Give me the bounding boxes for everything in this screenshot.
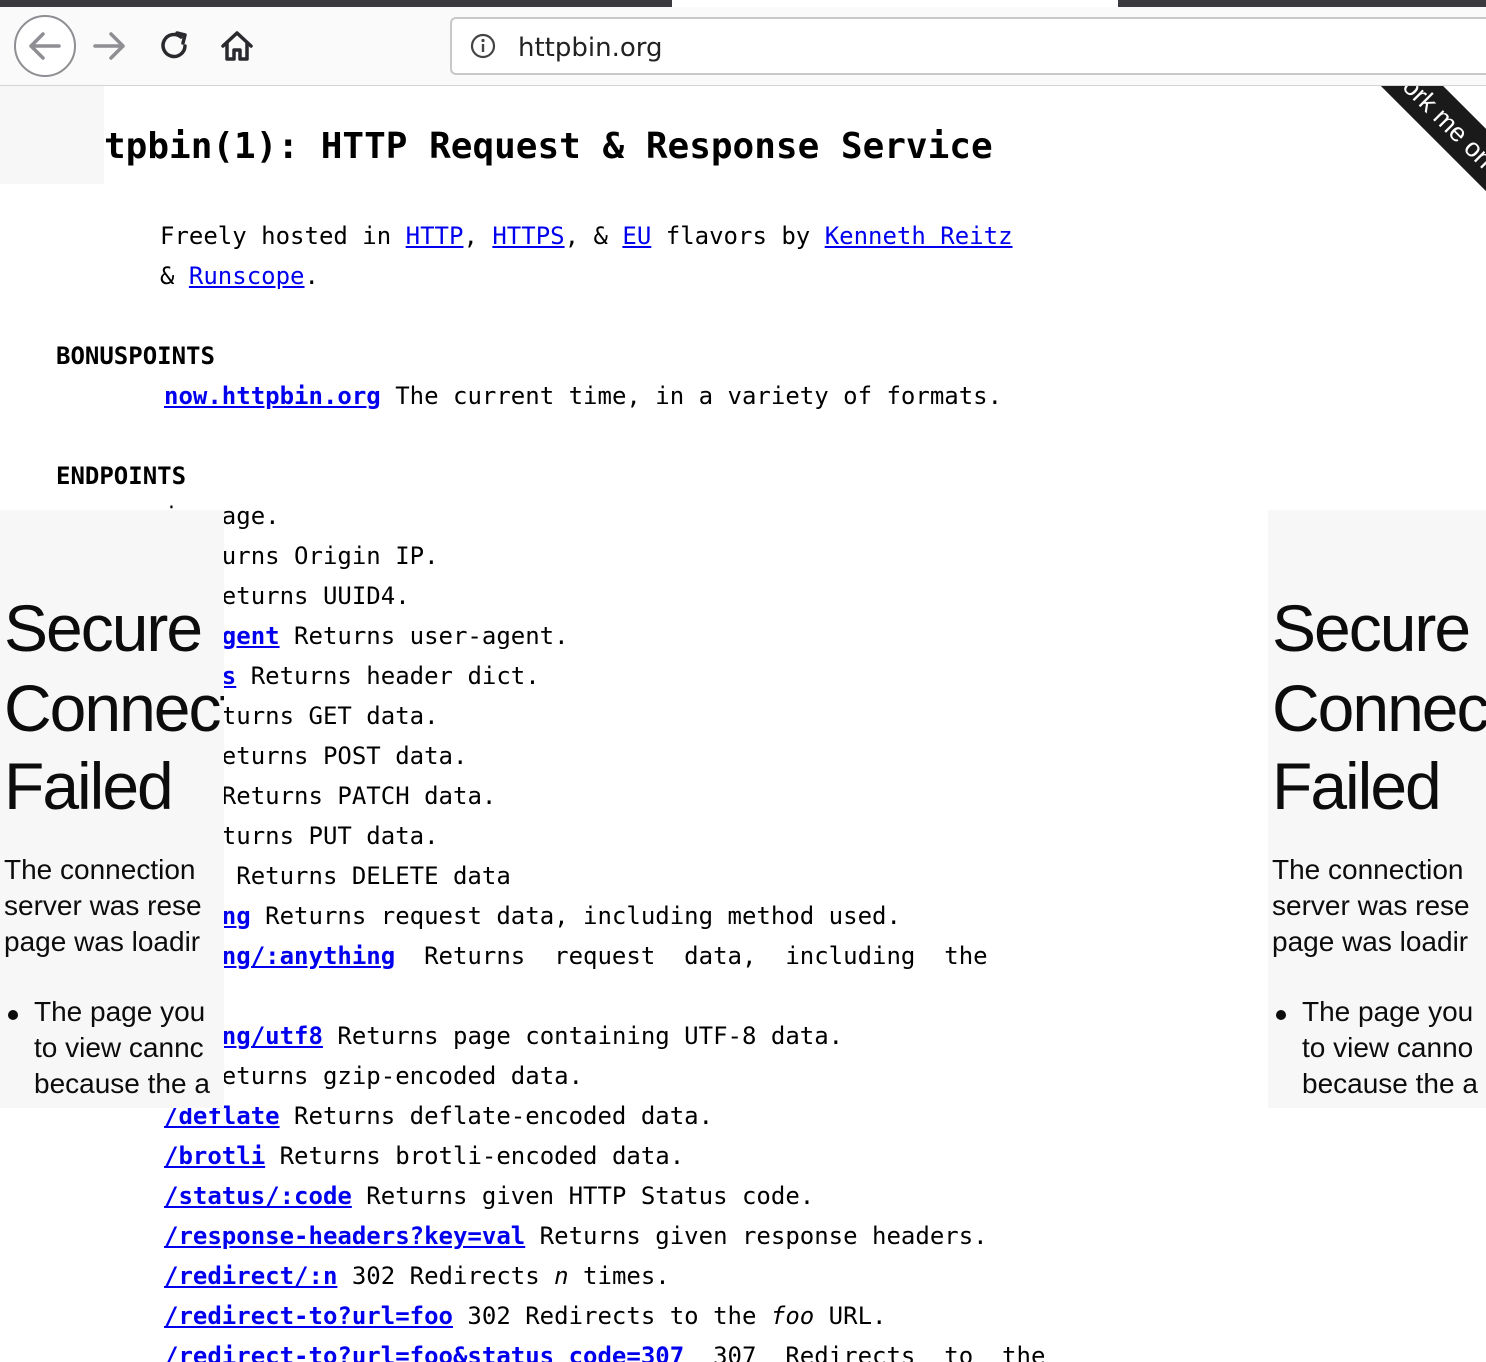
tab-strip-left: [0, 0, 672, 7]
endpoint-row: er-agent Returns user-agent.: [164, 622, 569, 650]
now-link[interactable]: now.httpbin.org: [164, 382, 381, 410]
error-frame-right: Secure Connec Failed The connection serv…: [1268, 510, 1486, 1108]
endpoint-description: Returns header dict.: [236, 662, 540, 690]
endpoint-param: n: [554, 1262, 569, 1290]
endpoint-row: /response-headers?key=val Returns given …: [164, 1222, 988, 1250]
endpoint-description: Returns gzip-encoded data.: [192, 1062, 584, 1090]
endpoint-description: Returns deflate-encoded data.: [279, 1102, 714, 1130]
endpoint-description: Returns user-agent.: [279, 622, 569, 650]
intro-line-2: & Runscope.: [160, 262, 319, 290]
endpoint-description: Returns PATCH data.: [207, 782, 497, 810]
reload-icon: [161, 31, 187, 59]
endpoint-link[interactable]: /redirect/:n: [164, 1262, 337, 1290]
info-icon[interactable]: [470, 33, 496, 59]
eu-link[interactable]: EU: [622, 222, 651, 250]
endpoint-description: Returns brotli-encoded data.: [265, 1142, 685, 1170]
page-content: tpbin(1): HTTP Request & Response Servic…: [4, 86, 1486, 1362]
page-title: tpbin(1): HTTP Request & Response Servic…: [104, 126, 993, 167]
url-bar[interactable]: httpbin.org: [450, 17, 1486, 75]
endpoint-description: Returns given HTTP Status code.: [351, 1182, 815, 1210]
endpoint-description: Returns POST data.: [192, 742, 468, 770]
author-link[interactable]: Kenneth Reitz: [825, 222, 1013, 250]
home-button[interactable]: [214, 23, 260, 69]
reload-button[interactable]: [152, 23, 198, 69]
endpoint-link[interactable]: /status/:code: [164, 1182, 352, 1210]
error-title-1: Secure: [1272, 591, 1471, 665]
endpoint-row: /status/:code Returns given HTTP Status …: [164, 1182, 814, 1210]
error-title-3: Failed: [4, 749, 174, 823]
error-title-1: Secure: [4, 591, 203, 665]
endpoint-row: coding/utf8 Returns page containing UTF-…: [164, 1022, 843, 1050]
bonus-heading: BONUSPOINTS: [56, 342, 215, 370]
endpoint-description: Returns given response headers.: [525, 1222, 988, 1250]
endpoint-description: Returns request data, including the: [395, 942, 988, 970]
browser-toolbar: httpbin.org: [0, 7, 1486, 86]
error-description: The connection server was rese page was …: [1272, 854, 1470, 957]
endpoint-description: 302 Redirects: [337, 1262, 555, 1290]
intro-line-1: Freely hosted in HTTP, HTTPS, & EU flavo…: [160, 222, 1013, 250]
error-title-2: Connec: [1272, 671, 1486, 745]
endpoint-description: Returns page containing UTF-8 data.: [322, 1022, 844, 1050]
https-link[interactable]: HTTPS: [492, 222, 564, 250]
bullet-dot: [8, 1010, 18, 1020]
back-button[interactable]: [14, 15, 76, 77]
tab-strip-right: [1118, 0, 1486, 7]
endpoint-row: /redirect/:n 302 Redirects n times.: [164, 1262, 670, 1290]
home-icon: [221, 31, 253, 61]
error-title-3: Failed: [1272, 749, 1442, 823]
endpoint-description: Returns request data, including method u…: [250, 902, 901, 930]
endpoint-link[interactable]: /brotli: [164, 1142, 265, 1170]
endpoint-row: /brotli Returns brotli-encoded data.: [164, 1142, 684, 1170]
error-frame-top-left: [0, 86, 104, 184]
endpoint-row: ything Returns request data, including m…: [164, 902, 901, 930]
endpoint-row: /deflate Returns deflate-encoded data.: [164, 1102, 713, 1130]
endpoint-row: ip Returns gzip-encoded data.: [164, 1062, 583, 1090]
tab-strip: [0, 0, 1486, 7]
endpoint-param: foo: [770, 1302, 815, 1330]
endpoint-description: 307 Redirects to the: [684, 1342, 1046, 1362]
endpoint-link[interactable]: /response-headers?key=val: [164, 1222, 525, 1250]
error-frame-left: Secure Connect Failed The connection ser…: [0, 510, 224, 1108]
endpoint-row: ything/:anything Returns request data, i…: [164, 942, 988, 970]
github-ribbon-label[interactable]: Fork me on GitHub: [1331, 86, 1486, 291]
endpoint-link[interactable]: /redirect-to?url=foo: [164, 1302, 453, 1330]
arrow-right-icon: [93, 32, 125, 60]
http-link[interactable]: HTTP: [406, 222, 464, 250]
endpoint-description: 302 Redirects to the: [452, 1302, 771, 1330]
endpoint-row: /redirect-to?url=foo 302 Redirects to th…: [164, 1302, 886, 1330]
endpoint-description-tail: URL.: [814, 1302, 887, 1330]
endpoints-heading: ENDPOINTS: [56, 462, 187, 490]
bullet-dot: [1276, 1010, 1286, 1020]
url-text[interactable]: httpbin.org: [518, 33, 663, 63]
endpoint-description: Returns DELETE data: [221, 862, 511, 890]
endpoint-row: /redirect-to?url=foo&status_code=307 307…: [164, 1342, 1045, 1362]
endpoint-description: Returns UUID4.: [192, 582, 410, 610]
arrow-left-icon: [29, 32, 61, 60]
error-title-2: Connect: [4, 671, 224, 745]
forward-button[interactable]: [86, 23, 132, 69]
github-ribbon[interactable]: Fork me on GitHub: [1304, 86, 1486, 386]
bonus-line: now.httpbin.org The current time, in a v…: [164, 382, 1003, 410]
runscope-link[interactable]: Runscope: [189, 262, 305, 290]
endpoint-link[interactable]: /redirect-to?url=foo&status_code=307: [164, 1342, 684, 1362]
endpoint-description-tail: times.: [568, 1262, 670, 1290]
error-description: The connection server was rese page was …: [4, 854, 202, 957]
